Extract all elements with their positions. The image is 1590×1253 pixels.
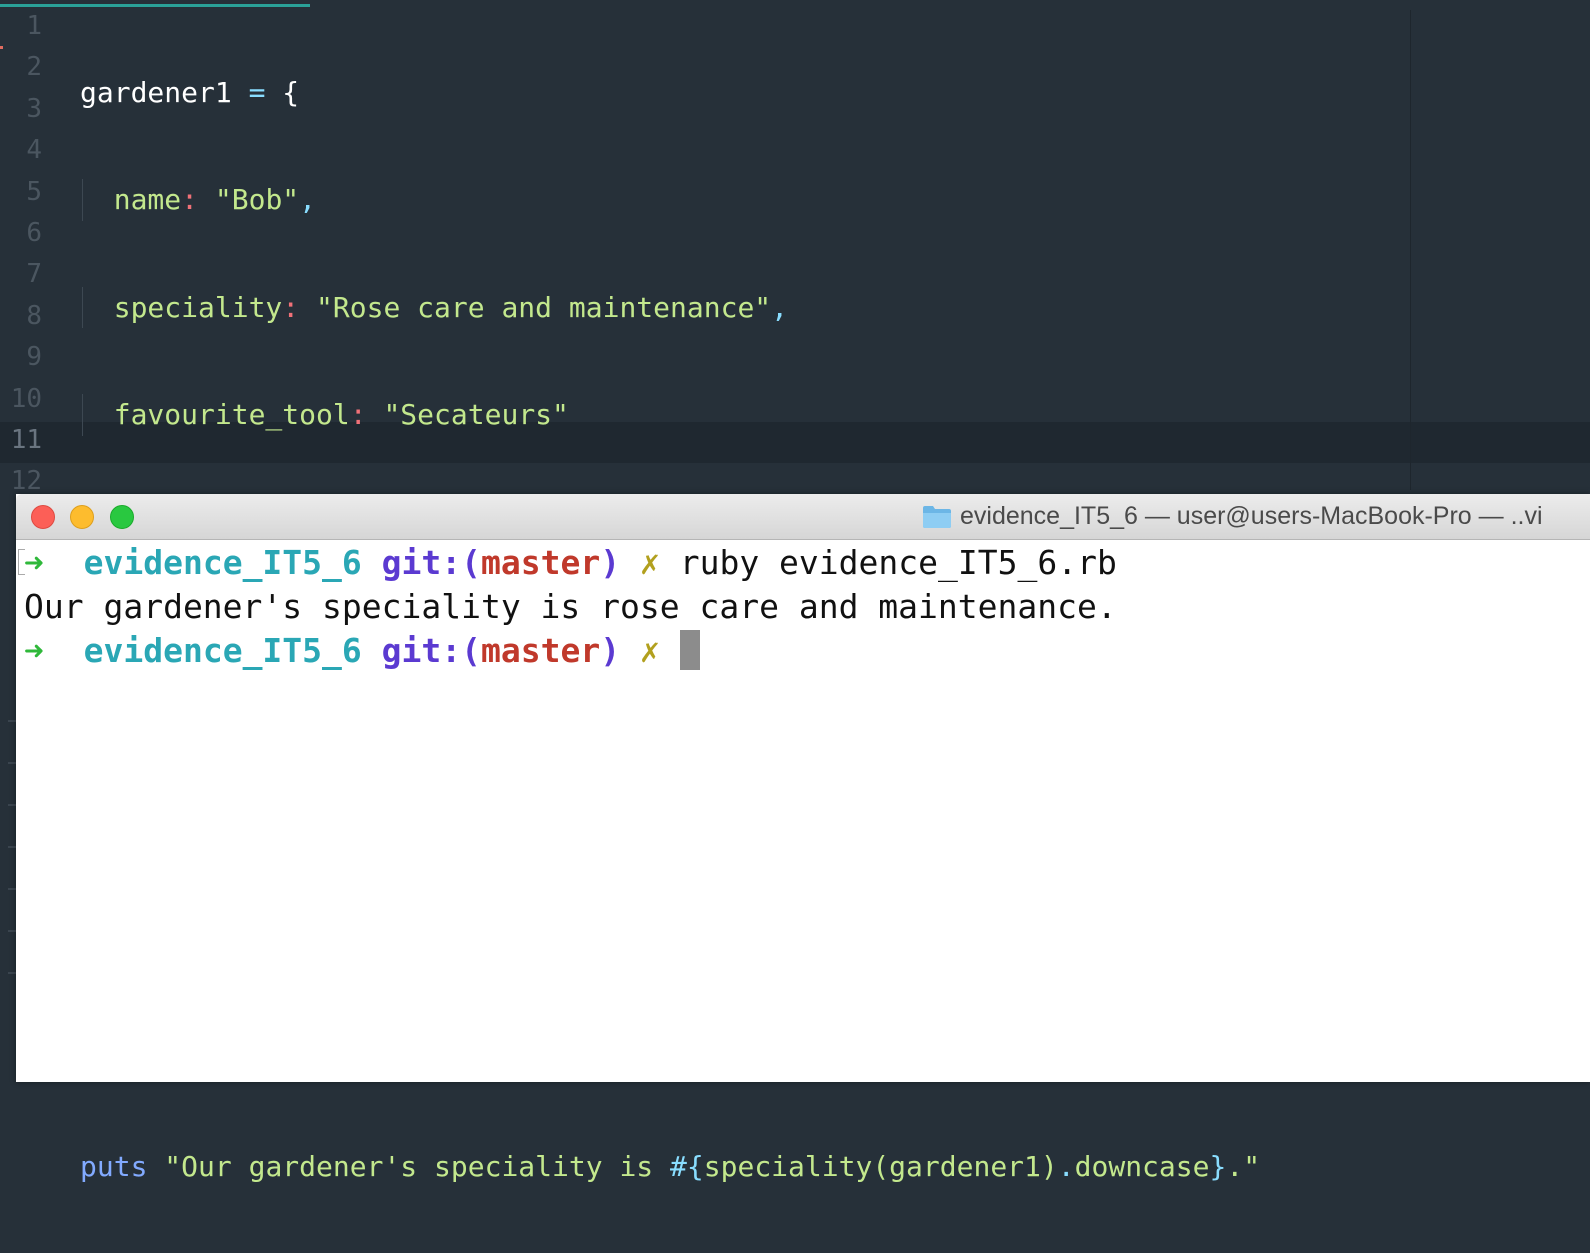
interpolation-close: } <box>1209 1149 1227 1183</box>
line-number: 7 <box>26 259 42 290</box>
prompt-directory: evidence_IT5_6 <box>83 543 362 582</box>
prompt-arrow-icon: ➜ <box>24 543 44 582</box>
folder-icon <box>923 506 951 528</box>
prompt-git-close: ) <box>600 631 621 670</box>
interpolated-call: speciality(gardener1) <box>703 1149 1058 1183</box>
terminal-titlebar[interactable]: evidence_IT5_6 — user@users-MacBook-Pro … <box>16 494 1590 540</box>
prompt-branch: master <box>481 543 601 582</box>
comma: , <box>771 290 789 324</box>
brace: { <box>282 76 300 109</box>
prompt-git-close: ) <box>600 543 621 582</box>
prompt-git-label: git:( <box>381 543 481 582</box>
method-call: puts <box>80 1149 148 1183</box>
window-title-text: evidence_IT5_6 — user@users-MacBook-Pro … <box>960 502 1543 530</box>
code-line: name: "Bob", <box>80 179 1260 221</box>
line-number: 5 <box>26 176 42 207</box>
code-line: gardener1 = { <box>80 72 1260 113</box>
prompt-branch: master <box>481 631 601 670</box>
interpolation-open: #{ <box>670 1149 704 1183</box>
method-name: downcase <box>1074 1149 1210 1183</box>
identifier: gardener1 <box>80 76 232 109</box>
hash-key: speciality <box>113 290 283 324</box>
line-number: 9 <box>26 342 42 373</box>
line-number: 11 <box>10 424 42 455</box>
colon: : <box>349 398 384 432</box>
line-number: 8 <box>26 300 42 331</box>
prompt-directory: evidence_IT5_6 <box>83 631 362 670</box>
hash-key: favourite_tool <box>113 398 350 432</box>
code-line: puts "Our gardener's speciality is #{spe… <box>80 1146 1260 1187</box>
string: "Bob" <box>214 183 300 217</box>
code-line: favourite_tool: "Secateurs" <box>80 394 1260 436</box>
dot: . <box>1057 1149 1075 1183</box>
gutter-tick <box>8 720 16 722</box>
terminal-line: ➜ evidence_IT5_6 git:(master) ✗ ruby evi… <box>24 541 1117 585</box>
close-window-button[interactable] <box>31 505 55 529</box>
command-text: ruby evidence_IT5_6.rb <box>679 543 1117 582</box>
gutter-tick <box>8 846 16 848</box>
terminal-line: Our gardener's speciality is rose care a… <box>24 585 1117 629</box>
terminal-output[interactable]: ➜ evidence_IT5_6 git:(master) ✗ ruby evi… <box>16 541 1590 1081</box>
dirty-status-icon: ✗ <box>639 543 660 582</box>
line-number: 1 <box>26 11 42 41</box>
gutter-tick <box>8 888 16 890</box>
line-number: 6 <box>26 217 42 248</box>
indent-guide <box>82 179 83 221</box>
line-number: 2 <box>26 52 42 83</box>
prompt-git-label: git:( <box>381 631 481 670</box>
terminal-line[interactable]: ➜ evidence_IT5_6 git:(master) ✗ <box>24 629 700 673</box>
maximize-window-button[interactable] <box>110 505 134 529</box>
indent-guide <box>82 286 83 329</box>
string: "Our gardener's speciality is <box>164 1149 671 1183</box>
line-number: 10 <box>10 383 42 414</box>
minimize-window-button[interactable] <box>70 505 94 529</box>
gutter-tick <box>8 930 16 932</box>
string: "Rose care and maintenance" <box>316 290 772 324</box>
comma: , <box>299 183 317 217</box>
gutter-tick <box>8 762 16 764</box>
operator: = <box>231 76 283 109</box>
terminal-window[interactable]: evidence_IT5_6 — user@users-MacBook-Pro … <box>16 494 1590 1082</box>
line-number: 4 <box>26 135 42 166</box>
prompt-arrow-icon: ➜ <box>24 631 44 670</box>
string: ." <box>1226 1149 1261 1183</box>
gutter-tick <box>8 804 16 806</box>
wrap-guide <box>1410 10 1411 490</box>
line-number-gutter: 1 2 3 4 5 6 7 8 9 10 11 12 <box>0 6 58 503</box>
gutter-tick <box>8 972 16 974</box>
hash-key: name <box>113 183 182 217</box>
colon: : <box>282 290 317 324</box>
command-output: Our gardener's speciality is rose care a… <box>24 587 1117 626</box>
indent-guide <box>82 394 83 436</box>
colon: : <box>181 183 215 217</box>
code-line: speciality: "Rose care and maintenance", <box>80 286 1260 329</box>
dirty-status-icon: ✗ <box>639 631 660 670</box>
text-cursor[interactable] <box>679 629 700 670</box>
line-number: 3 <box>26 93 42 124</box>
string: "Secateurs" <box>383 398 569 432</box>
